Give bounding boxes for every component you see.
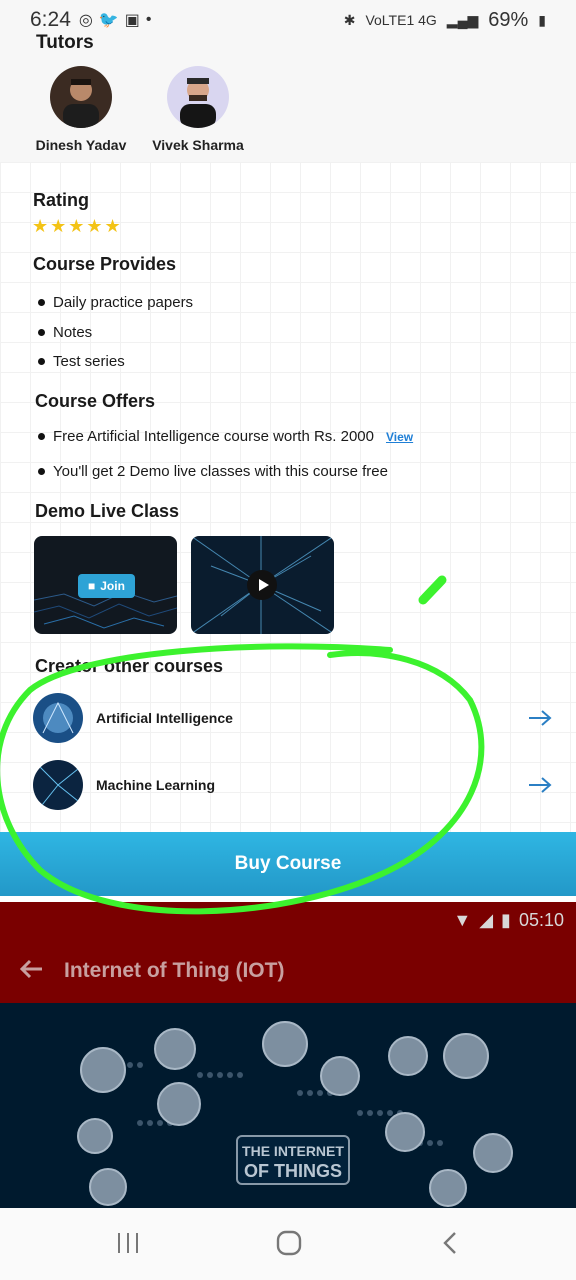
buy-course-button[interactable]: Buy Course bbox=[0, 832, 576, 896]
bullet-icon bbox=[38, 299, 45, 306]
back-icon[interactable] bbox=[440, 1230, 460, 1256]
dot-icon: • bbox=[145, 11, 152, 28]
arrow-right-icon[interactable] bbox=[527, 708, 553, 728]
status-time: 6:24 bbox=[30, 8, 71, 31]
back-arrow-icon[interactable] bbox=[18, 958, 44, 980]
rating-stars: ★★★★★ bbox=[32, 216, 123, 236]
list-item: Free Artificial Intelligence course wort… bbox=[38, 428, 413, 445]
course-offers-title: Course Offers bbox=[35, 391, 156, 411]
signal-icon: ◢ bbox=[479, 910, 494, 930]
iot-banner: THE INTERNET OF THINGS bbox=[236, 1135, 350, 1185]
course-thumbnail bbox=[33, 693, 83, 743]
twitter-icon: 🐦 bbox=[98, 12, 119, 29]
wifi-icon: ▼ bbox=[453, 910, 472, 930]
app2-title: Internet of Thing (IOT) bbox=[64, 959, 285, 982]
list-item[interactable]: Artificial Intelligence bbox=[33, 692, 553, 744]
recent-apps-icon[interactable] bbox=[116, 1230, 140, 1256]
home-icon[interactable] bbox=[276, 1230, 302, 1256]
bullet-icon bbox=[38, 329, 45, 336]
tutor-name: Vivek Sharma bbox=[152, 137, 244, 153]
course-details: Rating ★★★★★ Course Provides Daily pract… bbox=[0, 162, 576, 832]
demo-class-thumbnail[interactable]: ■ Join bbox=[34, 536, 177, 634]
rating-title: Rating bbox=[33, 190, 89, 210]
system-nav-bar bbox=[0, 1208, 576, 1280]
tutors-section: Tutors Dinesh Yadav Vivek Sharma bbox=[0, 32, 576, 162]
battery-icon: ▮ bbox=[538, 11, 546, 28]
view-link[interactable]: View bbox=[386, 430, 413, 444]
demo-live-class-title: Demo Live Class bbox=[35, 501, 180, 521]
tutor-card[interactable]: Dinesh Yadav bbox=[21, 66, 141, 153]
avatar bbox=[50, 66, 112, 128]
play-icon bbox=[259, 579, 269, 591]
list-item: Notes bbox=[38, 324, 92, 341]
second-app-screenshot: ▼ ◢ ▮ 05:10 Internet of Thing (IOT) THE … bbox=[0, 902, 576, 1208]
arrow-right-icon[interactable] bbox=[527, 775, 553, 795]
video-camera-icon: ■ bbox=[88, 579, 96, 593]
bullet-icon bbox=[38, 468, 45, 475]
list-item: Test series bbox=[38, 353, 125, 370]
battery-icon: ▮ bbox=[501, 910, 511, 930]
tutor-card[interactable]: Vivek Sharma bbox=[138, 66, 258, 153]
bluetooth-icon: ✱ bbox=[343, 11, 356, 28]
list-item[interactable]: Machine Learning bbox=[33, 759, 553, 811]
course-provides-title: Course Provides bbox=[33, 254, 177, 274]
tutors-title: Tutors bbox=[36, 32, 94, 53]
network-label: VoLTE1 4G bbox=[365, 12, 437, 28]
list-item: You'll get 2 Demo live classes with this… bbox=[38, 463, 388, 480]
list-item: Daily practice papers bbox=[38, 294, 193, 311]
signal-icon: ▂▄▆ bbox=[446, 11, 479, 28]
creator-courses-title: Creator other courses bbox=[35, 656, 224, 676]
app2-time: 05:10 bbox=[518, 910, 564, 930]
avatar bbox=[167, 66, 229, 128]
tutor-name: Dinesh Yadav bbox=[35, 137, 127, 153]
course-thumbnail bbox=[33, 760, 83, 810]
bullet-icon bbox=[38, 358, 45, 365]
messenger-icon: ◎ bbox=[78, 12, 93, 29]
course-label: Machine Learning bbox=[96, 777, 216, 793]
battery-percent: 69% bbox=[488, 8, 529, 31]
gallery-icon: ▣ bbox=[124, 12, 140, 29]
course-label: Artificial Intelligence bbox=[96, 710, 233, 726]
app2-status: ▼ ◢ ▮ 05:10 bbox=[453, 910, 564, 931]
join-button[interactable]: ■ Join bbox=[78, 574, 135, 598]
demo-class-thumbnail[interactable] bbox=[191, 536, 334, 634]
bullet-icon bbox=[38, 433, 45, 440]
play-button[interactable] bbox=[247, 570, 277, 600]
